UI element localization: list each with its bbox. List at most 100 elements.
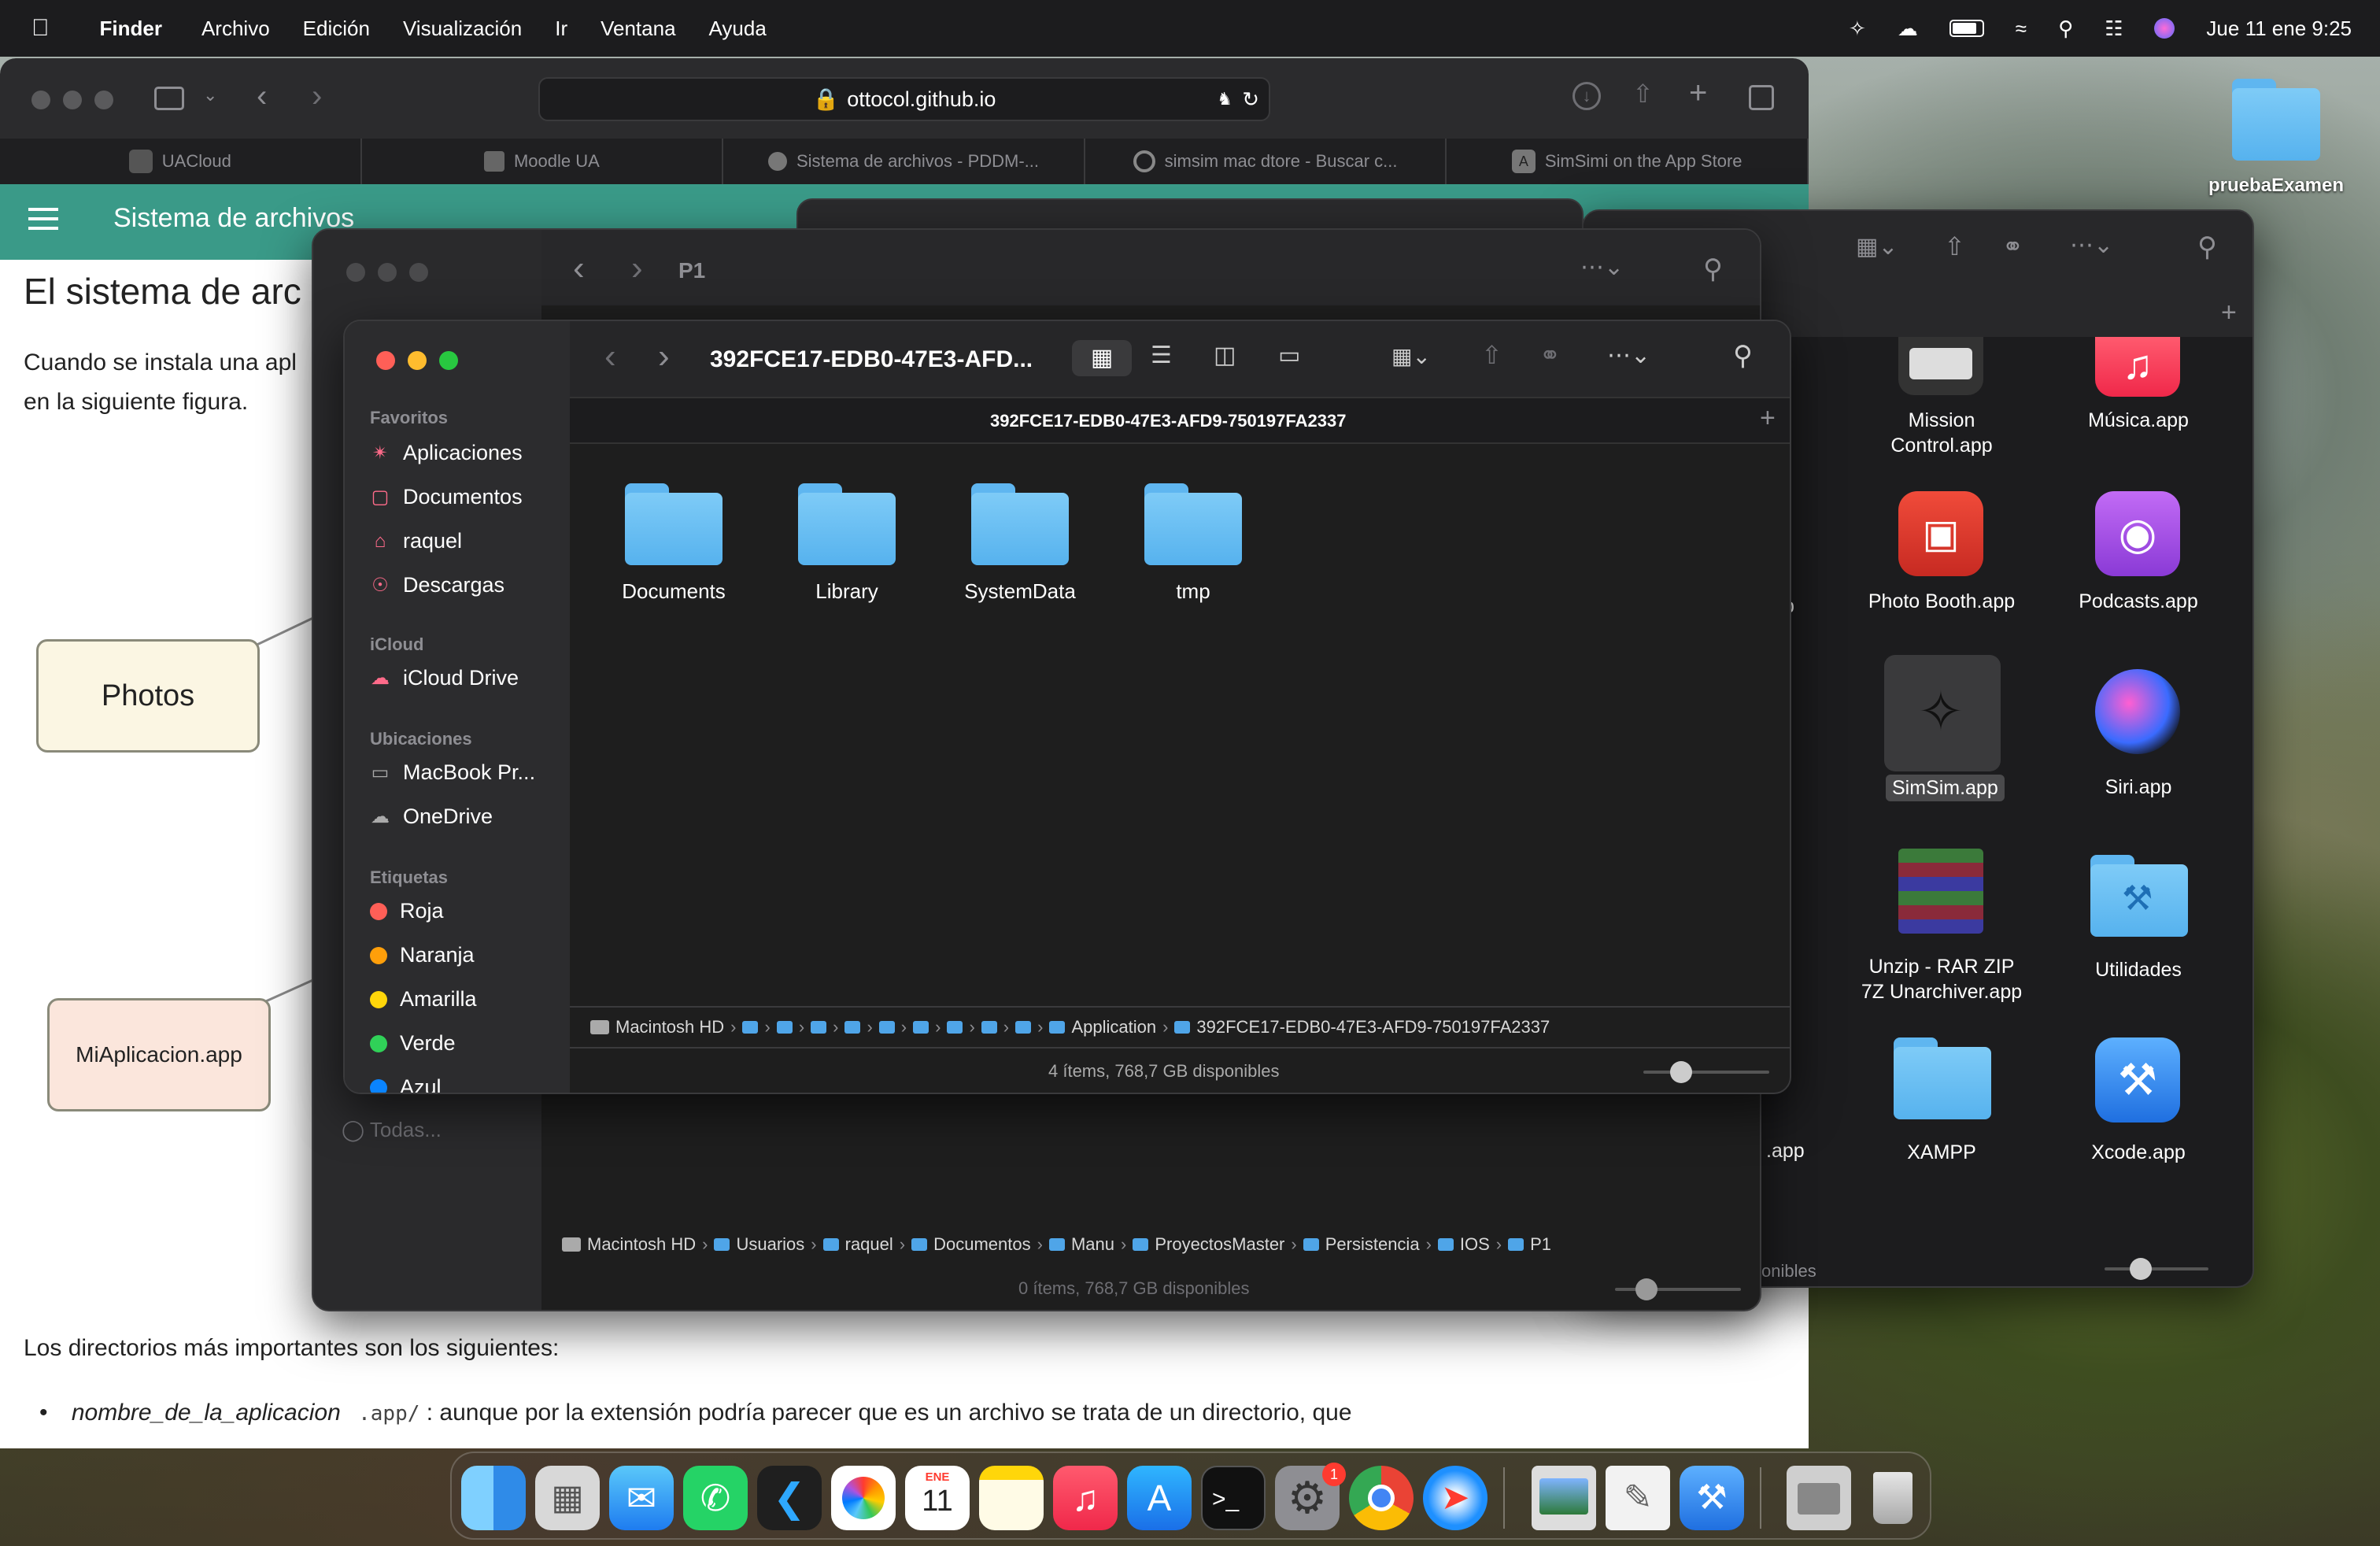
notes-icon[interactable] xyxy=(979,1466,1044,1530)
folder-icon[interactable] xyxy=(947,1021,963,1034)
share-icon[interactable]: ⇧ xyxy=(1632,79,1654,109)
xcode-icon[interactable]: ⚒ xyxy=(1680,1466,1744,1530)
minimize-button[interactable] xyxy=(408,351,427,370)
photo-booth-icon[interactable]: ▣ xyxy=(1898,491,1983,576)
app-label-simsim[interactable]: SimSim.app xyxy=(1886,775,2005,801)
app-label-mission-control[interactable]: Mission Control.app xyxy=(1843,408,2040,458)
forward-icon[interactable]: › xyxy=(312,79,322,114)
folder-icon[interactable] xyxy=(913,1021,929,1034)
tab-moodle[interactable]: Moodle UA xyxy=(362,139,724,184)
folder-label-library[interactable]: Library xyxy=(760,579,933,604)
simsim-bat-icon[interactable]: ✧ xyxy=(1898,669,1983,754)
mission-control-icon[interactable] xyxy=(1898,337,1983,395)
close-button[interactable] xyxy=(376,351,395,370)
hamburger-icon[interactable] xyxy=(28,208,58,230)
tag-icon[interactable]: ⚭ xyxy=(1539,340,1561,370)
sidebar-item-raquel[interactable]: ⌂ raquel xyxy=(370,529,462,553)
menu-app-name[interactable]: Finder xyxy=(100,17,162,41)
menu-ayuda[interactable]: Ayuda xyxy=(709,17,767,41)
new-tab-icon[interactable]: + xyxy=(1689,76,1707,111)
address-bar[interactable]: 🔒 ottocol.github.io ♞ ↻ xyxy=(538,77,1270,121)
folder-icon[interactable] xyxy=(844,1021,861,1034)
back-icon[interactable]: ‹ xyxy=(604,337,616,376)
utilidades-folder-icon[interactable]: ⚒ xyxy=(2090,855,2188,937)
menu-visualizacion[interactable]: Visualización xyxy=(403,17,522,41)
siri-icon[interactable] xyxy=(2095,669,2180,754)
bat-status-icon[interactable]: ✧ xyxy=(1849,17,1866,41)
menu-ventana[interactable]: Ventana xyxy=(601,17,675,41)
path-item[interactable]: P1 xyxy=(1530,1234,1551,1255)
app-label-utilidades[interactable]: Utilidades xyxy=(2040,957,2237,982)
control-center-icon[interactable]: ☷ xyxy=(2105,17,2123,41)
tag-verde[interactable]: Verde xyxy=(370,1031,456,1056)
menubar-clock[interactable]: Jue 11 ene 9:25 xyxy=(2206,17,2352,41)
folder-icon-library[interactable] xyxy=(798,483,896,565)
wifi-icon[interactable]: ≈ xyxy=(2016,17,2027,41)
sidebar-item-macbook[interactable]: ▭ MacBook Pr... xyxy=(370,760,535,785)
column-view-icon[interactable]: ◫ xyxy=(1214,342,1236,369)
folder-label-systemdata[interactable]: SystemData xyxy=(933,579,1107,604)
tag-icon[interactable]: ⚭ xyxy=(2002,231,2023,261)
sidebar-toggle-icon[interactable] xyxy=(154,87,184,110)
forward-icon[interactable]: › xyxy=(631,249,643,288)
reload-icon[interactable]: ↻ xyxy=(1242,87,1259,112)
desktop-folder-label[interactable]: pruebaExamen xyxy=(2188,175,2364,197)
tag-naranja[interactable]: Naranja xyxy=(370,943,475,967)
zoom-button[interactable] xyxy=(94,91,113,109)
folder-label-tmp[interactable]: tmp xyxy=(1107,579,1280,604)
folder-icon-systemdata[interactable] xyxy=(971,483,1069,565)
mail-icon[interactable]: ✉ xyxy=(609,1466,674,1530)
app-label-photo-booth[interactable]: Photo Booth.app xyxy=(1843,589,2040,614)
app-label-siri[interactable]: Siri.app xyxy=(2040,775,2237,800)
app-label-xcode[interactable]: Xcode.app xyxy=(2040,1140,2237,1165)
music-icon[interactable]: ♫ xyxy=(1053,1466,1118,1530)
folder-icon[interactable] xyxy=(811,1021,827,1034)
chrome-icon[interactable] xyxy=(1349,1466,1414,1530)
path-item[interactable]: Usuarios xyxy=(736,1234,804,1255)
icon-size-slider[interactable] xyxy=(1643,1061,1769,1083)
group-options-icon[interactable]: ▦⌄ xyxy=(1391,343,1431,369)
sidebar-item-descargas[interactable]: ☉ Descargas xyxy=(370,573,504,597)
folder-icon[interactable] xyxy=(878,1021,895,1034)
sidebar-todas[interactable]: ◯ Todas... xyxy=(342,1118,442,1142)
photos-icon[interactable] xyxy=(831,1466,896,1530)
more-actions-icon[interactable]: ⋯⌄ xyxy=(1607,342,1650,369)
terminal-icon[interactable]: >_ xyxy=(1201,1466,1266,1530)
translate-icon[interactable]: ♞ xyxy=(1217,89,1232,109)
menu-edicion[interactable]: Edición xyxy=(303,17,370,41)
search-icon[interactable]: ⚲ xyxy=(1733,340,1753,372)
textedit-icon[interactable]: ✎ xyxy=(1606,1466,1670,1530)
more-actions-icon[interactable]: ⋯⌄ xyxy=(2070,231,2113,259)
desktop-folder[interactable] xyxy=(2232,79,2320,161)
path-item[interactable]: raquel xyxy=(845,1234,893,1255)
icon-size-slider[interactable] xyxy=(1615,1278,1741,1300)
icon-size-slider[interactable] xyxy=(2105,1258,2208,1280)
podcasts-icon[interactable]: ◉ xyxy=(2095,491,2180,576)
minimize-button[interactable] xyxy=(378,263,397,282)
folder-icon[interactable] xyxy=(742,1021,759,1034)
xcode-icon[interactable]: ⚒ xyxy=(2095,1037,2180,1123)
search-icon[interactable]: ⚲ xyxy=(2197,231,2217,263)
zoom-button[interactable] xyxy=(439,351,458,370)
path-item[interactable]: Application xyxy=(1071,1017,1156,1037)
add-tab-icon[interactable]: + xyxy=(1760,403,1776,434)
unzip-icon[interactable] xyxy=(1898,849,1983,934)
tab-uacloud[interactable]: UACloud xyxy=(0,139,362,184)
path-item[interactable]: Manu xyxy=(1071,1234,1114,1255)
view-options-icon[interactable]: ▦⌄ xyxy=(1856,233,1898,261)
close-button[interactable] xyxy=(31,91,50,109)
sidebar-item-aplicaciones[interactable]: ✴ Aplicaciones xyxy=(370,441,523,465)
path-item[interactable]: Macintosh HD xyxy=(587,1234,696,1255)
back-icon[interactable]: ‹ xyxy=(257,79,267,114)
music-icon[interactable]: ♫ xyxy=(2095,337,2180,397)
search-icon[interactable]: ⚲ xyxy=(1703,253,1723,285)
app-label-podcasts[interactable]: Podcasts.app xyxy=(2040,589,2237,614)
folder-icon-documents[interactable] xyxy=(625,483,722,565)
app-label-music[interactable]: Música.app xyxy=(2040,408,2237,433)
folder-icon[interactable] xyxy=(981,1021,997,1034)
tab-google-search[interactable]: simsim mac dtore - Buscar c... xyxy=(1085,139,1447,184)
download-icon[interactable]: ↓ xyxy=(1572,82,1601,110)
finder-icon[interactable] xyxy=(461,1466,526,1530)
tag-roja[interactable]: Roja xyxy=(370,899,444,923)
path-item[interactable]: 392FCE17-EDB0-47E3-AFD9-750197FA2337 xyxy=(1196,1017,1550,1037)
